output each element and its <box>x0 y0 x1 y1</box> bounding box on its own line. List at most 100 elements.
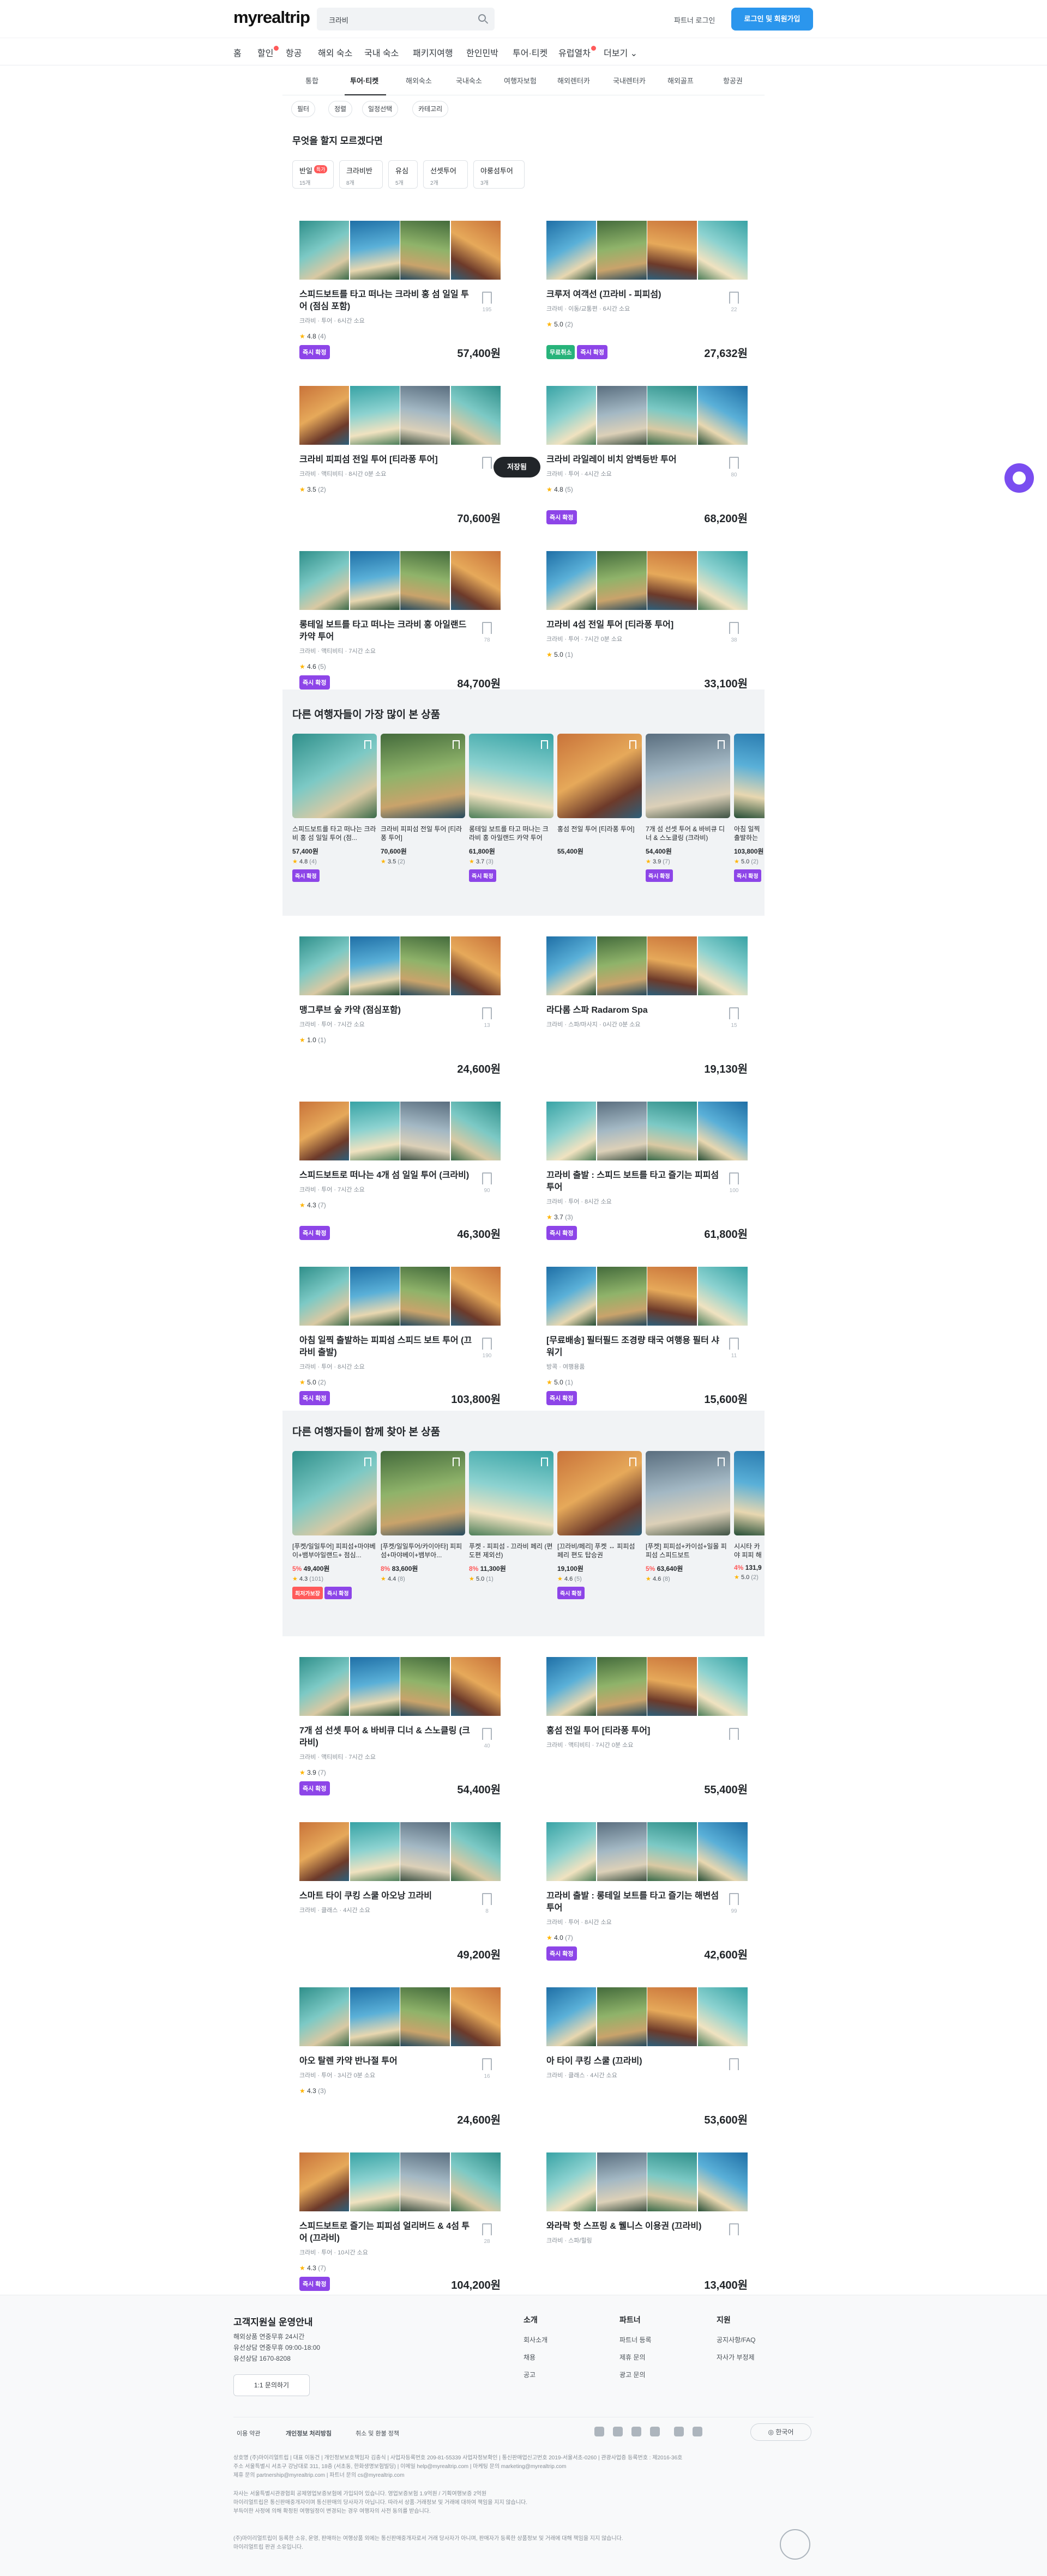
nav-item[interactable]: 투어·티켓 <box>513 46 547 59</box>
instagram-icon[interactable] <box>631 2427 641 2436</box>
theme-card[interactable]: 유심 5개 <box>388 160 418 189</box>
bookmark-icon[interactable] <box>453 740 460 749</box>
bookmark-icon[interactable] <box>482 457 492 469</box>
theme-card[interactable]: 야룽섬투어 3개 <box>473 160 525 189</box>
product-images[interactable] <box>546 1657 748 1716</box>
tab-item[interactable]: 해외숙소 <box>406 75 432 86</box>
bookmark-icon[interactable] <box>729 2223 739 2235</box>
tab-item[interactable]: 항공권 <box>723 75 743 86</box>
product-images[interactable] <box>546 1267 748 1326</box>
product-images[interactable] <box>299 1657 501 1716</box>
product-images[interactable] <box>546 1987 748 2046</box>
inquiry-button[interactable]: 1:1 문의하기 <box>233 2374 310 2396</box>
product-images[interactable] <box>299 386 501 445</box>
product-images[interactable] <box>299 1822 501 1881</box>
bookmark-icon[interactable] <box>729 1007 739 1019</box>
signup-button[interactable]: 로그인 및 회원가입 <box>731 8 813 31</box>
bookmark-icon[interactable] <box>482 622 492 634</box>
bookmark-icon[interactable] <box>364 740 371 749</box>
carousel-card[interactable]: 크라비 피피섬 전일 투어 [티라퐁 투어] 70,600원 ★ 3.5 (2) <box>381 734 465 869</box>
bookmark-icon[interactable] <box>729 292 739 304</box>
product-title[interactable]: 7개 섬 선셋 투어 & 바비큐 디너 & 스노클링 (크라비) <box>299 1725 474 1749</box>
nav-item[interactable]: 홈 <box>233 46 242 59</box>
bookmark-icon[interactable] <box>729 1893 739 1905</box>
facebook-icon[interactable] <box>613 2427 623 2436</box>
product-images[interactable] <box>299 1102 501 1160</box>
product-images[interactable] <box>546 936 748 995</box>
bookmark-icon[interactable] <box>482 2058 492 2070</box>
tab-item[interactable]: 여행자보험 <box>504 75 537 86</box>
product-images[interactable] <box>299 936 501 995</box>
apple-icon[interactable] <box>674 2427 684 2436</box>
android-icon[interactable] <box>693 2427 702 2436</box>
nav-item[interactable]: 유럽열차 <box>558 46 596 59</box>
bookmark-icon[interactable] <box>482 1007 492 1019</box>
bookmark-icon[interactable] <box>482 1728 492 1740</box>
footer-link[interactable]: 회사소개 <box>524 2335 547 2344</box>
bookmark-icon[interactable] <box>541 740 548 749</box>
product-title[interactable]: 아침 일찍 출발하는 피피섬 스피드 보트 투어 (끄라비 출발) <box>299 1335 474 1359</box>
product-title[interactable]: 아 타이 쿠킹 스쿨 (끄라비) <box>546 2055 721 2067</box>
product-images[interactable] <box>546 386 748 445</box>
nav-item[interactable]: 더보기 ⌄ <box>604 46 637 59</box>
search-icon[interactable] <box>478 14 486 22</box>
tab-item[interactable]: 국내렌터카 <box>613 75 646 86</box>
bookmark-icon[interactable] <box>541 1458 548 1466</box>
refund-link[interactable]: 취소 및 환불 정책 <box>356 2429 399 2438</box>
bookmark-icon[interactable] <box>482 1172 492 1184</box>
product-title[interactable]: 크라비 라일레이 비치 암벽등반 투어 <box>546 454 721 466</box>
bookmark-icon[interactable] <box>718 740 725 749</box>
carousel-card[interactable]: [푸켓] 피피섬+카이섬+일몰 피피섬 스피드보트 5% 63,640원 ★ 4.6… <box>646 1451 730 1587</box>
product-images[interactable] <box>546 221 748 280</box>
language-select[interactable]: ◎ 한국어 <box>750 2423 811 2441</box>
blog-icon[interactable] <box>594 2427 604 2436</box>
logo[interactable]: myrealtrip <box>233 8 310 27</box>
footer-link[interactable]: 공지사항/FAQ <box>717 2335 756 2344</box>
product-card[interactable]: 와라락 핫 스프링 & 웰니스 이용권 (끄라비) 크라비 · 스파/힐링 13,4… <box>546 2152 748 2305</box>
product-title[interactable]: 아오 탈렌 카약 반나절 투어 <box>299 2055 474 2067</box>
privacy-link[interactable]: 개인정보 처리방침 <box>286 2429 332 2438</box>
footer-link[interactable]: 채용 <box>524 2353 535 2362</box>
bookmark-icon[interactable] <box>729 1338 739 1350</box>
theme-card[interactable]: 크라비반 8개 <box>339 160 383 189</box>
product-images[interactable] <box>546 1822 748 1881</box>
bookmark-icon[interactable] <box>453 1458 460 1466</box>
product-card[interactable]: 끄라비 4섬 전일 투어 [티라퐁 투어] 크라비 · 투어 · 7시간 0분 소… <box>546 551 748 704</box>
product-title[interactable]: 스피드보트로 즐기는 피피섬 얼리버드 & 4섬 투어 (끄라비) <box>299 2221 474 2245</box>
product-title[interactable]: 끄라비 출발 : 롱테일 보트를 타고 즐기는 해변섬 투어 <box>546 1890 721 1914</box>
filter-chip[interactable]: 필터 <box>291 101 316 117</box>
category-chip[interactable]: 카테고리 <box>412 101 449 117</box>
product-title[interactable]: 홍섬 전일 투어 [티라퐁 투어] <box>546 1725 721 1737</box>
youtube-icon[interactable] <box>650 2427 660 2436</box>
product-card[interactable]: 크라비 피피섬 전일 투어 [티라퐁 투어] 크라비 · 액티비티 · 8시간 0… <box>299 386 501 539</box>
tab-item[interactable]: 통합 <box>305 75 318 86</box>
tab-item[interactable]: 해외골프 <box>667 75 694 86</box>
carousel-card[interactable]: 아침 일찍 출발하는 스피드 보트 투... 103,800원 ★ 5.0 (2) 즉… <box>734 734 765 884</box>
product-images[interactable] <box>546 551 748 610</box>
product-card[interactable]: 맹그루브 숲 카약 (점심포함) 크라비 · 투어 · 7시간 소요 ★ 1.0 (… <box>299 936 501 1089</box>
product-title[interactable]: 롱테일 보트를 타고 떠나는 크라비 홍 아일랜드 카약 투어 <box>299 619 474 643</box>
bookmark-icon[interactable] <box>729 457 739 469</box>
carousel-card[interactable]: [푸켓/일일투어] 피피섬+마야베이+뱀부아일랜드+ 점심... 5% 49,40… <box>292 1451 377 1601</box>
bookmark-icon[interactable] <box>482 292 492 304</box>
product-card[interactable]: 크루저 여객선 (끄라비 - 피피섬) 크라비 · 이동/교통편 · 6시간 소요… <box>546 221 748 373</box>
product-title[interactable]: 크라비 피피섬 전일 투어 [티라퐁 투어] <box>299 454 474 466</box>
product-title[interactable]: 크루저 여객선 (끄라비 - 피피섬) <box>546 289 721 301</box>
nav-item[interactable]: 한인민박 <box>466 46 498 59</box>
search-input[interactable]: 크라비 <box>317 8 495 31</box>
carousel-card[interactable]: 스피드보트를 타고 떠나는 크라비 홍 섬 일일 투어 (점... 57,400원… <box>292 734 377 884</box>
product-images[interactable] <box>299 551 501 610</box>
bookmark-icon[interactable] <box>629 740 636 749</box>
carousel-card[interactable]: 홍섬 전일 투어 [티라퐁 투어] 55,400원 <box>557 734 642 860</box>
bookmark-icon[interactable] <box>482 1893 492 1905</box>
carousel-card[interactable]: 시시타 카야 피피 해변 투어 4% 131,9 ★ 5.0 (2) <box>734 1451 765 1585</box>
product-title[interactable]: [무료배송] 필터필드 조경량 태국 여행용 필터 샤워기 <box>546 1335 721 1359</box>
carousel-card[interactable]: 푸켓 - 피피섬 - 끄라비 페리 (편도편 제외선) 8% 11,300원 ★ 5… <box>469 1451 553 1587</box>
bookmark-icon[interactable] <box>729 622 739 634</box>
product-card[interactable]: 스마트 타이 쿠킹 스쿨 아오낭 끄라비 크라비 · 클래스 · 4시간 소요 8 4… <box>299 1822 501 1975</box>
product-card[interactable]: 롱테일 보트를 타고 떠나는 크라비 홍 아일랜드 카약 투어 크라비 · 액티비… <box>299 551 501 704</box>
product-images[interactable] <box>299 221 501 280</box>
footer-link[interactable]: 파트너 등록 <box>619 2335 652 2344</box>
carousel-card[interactable]: 7개 섬 선셋 투어 & 바비큐 디너 & 스노클링 (크라비) 54,400원 ★… <box>646 734 730 884</box>
product-images[interactable] <box>299 1267 501 1326</box>
